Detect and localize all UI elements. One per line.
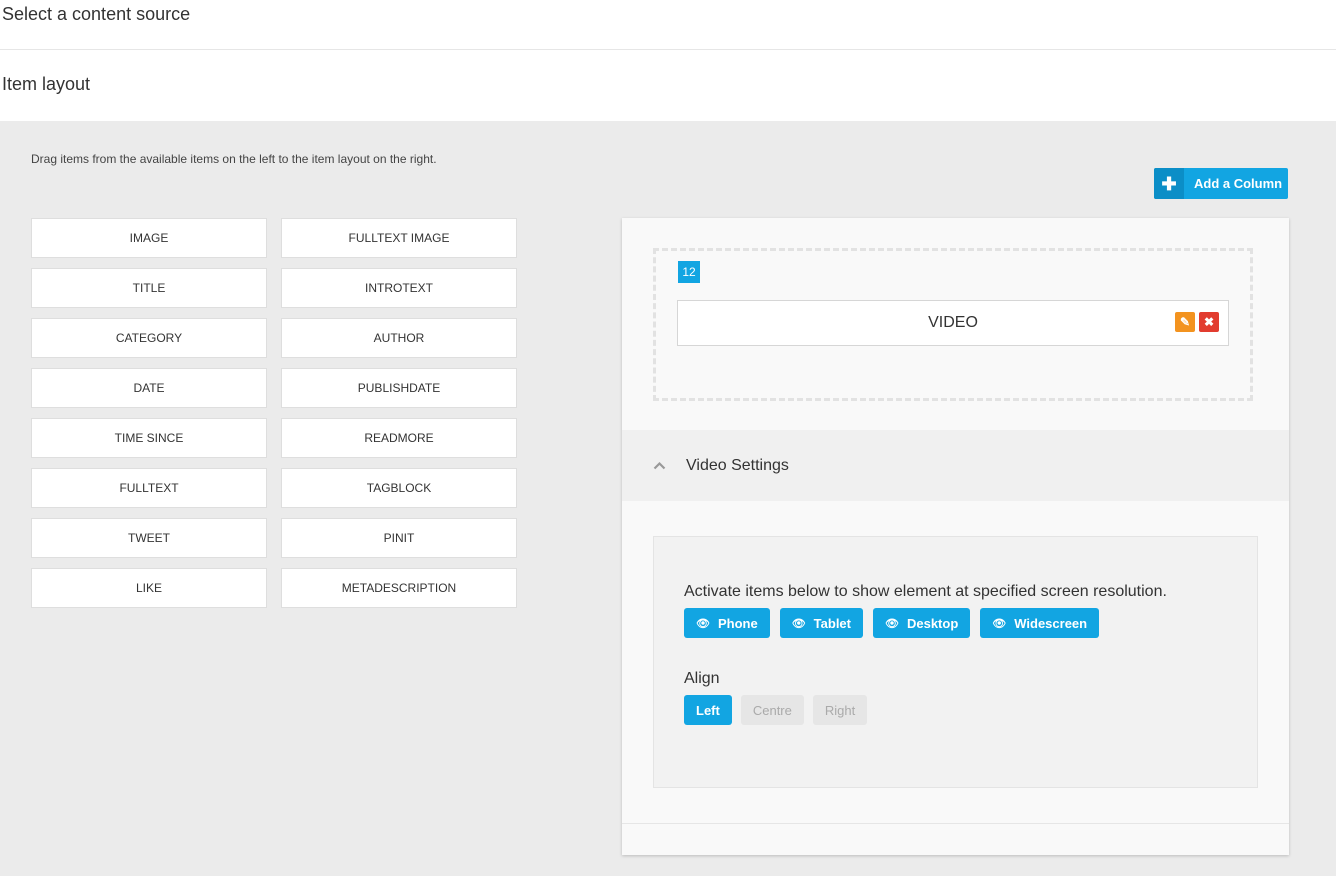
available-item[interactable]: TAGBLOCK <box>281 468 517 508</box>
pencil-icon[interactable]: ✎ <box>1175 312 1195 332</box>
widescreen-visibility-button[interactable]: 👁 Widescreen <box>980 608 1100 638</box>
visibility-description: Activate items below to show element at … <box>684 583 1167 600</box>
available-item[interactable]: DATE <box>31 368 267 408</box>
item-layout-panel: Drag items from the available items on t… <box>0 121 1336 876</box>
add-column-button[interactable]: ✚ Add a Column <box>1154 168 1288 199</box>
align-buttons: Left Centre Right <box>684 695 868 725</box>
close-icon[interactable]: ✖ <box>1199 312 1219 332</box>
available-item[interactable]: TIME SINCE <box>31 418 267 458</box>
item-layout-box: 12 VIDEO ✎ ✖ Video Settings Activate ite… <box>622 218 1289 855</box>
desktop-label: Desktop <box>906 615 959 631</box>
visibility-buttons: 👁 Phone 👁 Tablet 👁 Desktop 👁 Widescreen <box>684 608 1100 638</box>
available-item[interactable]: INTROTEXT <box>281 268 517 308</box>
placed-item-label: VIDEO <box>928 314 978 331</box>
widescreen-label: Widescreen <box>1014 615 1088 631</box>
video-settings-body: Activate items below to show element at … <box>653 536 1258 788</box>
available-item[interactable]: IMAGE <box>31 218 267 258</box>
align-centre-button[interactable]: Centre <box>740 695 804 725</box>
column-size-badge[interactable]: 12 <box>678 261 700 283</box>
placed-item-video[interactable]: VIDEO ✎ ✖ <box>677 300 1229 346</box>
align-label: Align <box>684 670 720 687</box>
eye-icon: 👁 <box>696 617 710 630</box>
align-right-button[interactable]: Right <box>812 695 868 725</box>
layout-footer <box>622 823 1289 855</box>
add-column-label: Add a Column <box>1194 176 1283 191</box>
eye-icon: 👁 <box>885 617 899 630</box>
chevron-up-icon[interactable] <box>652 459 666 473</box>
available-item[interactable]: FULLTEXT IMAGE <box>281 218 517 258</box>
align-left-button[interactable]: Left <box>684 695 732 725</box>
eye-icon: 👁 <box>992 617 1007 630</box>
video-settings-header[interactable]: Video Settings <box>622 430 1289 501</box>
available-item[interactable]: FULLTEXT <box>31 468 267 508</box>
content-source-heading[interactable]: Select a content source <box>0 4 1336 50</box>
available-item[interactable]: READMORE <box>281 418 517 458</box>
available-item[interactable]: TITLE <box>31 268 267 308</box>
available-item[interactable]: AUTHOR <box>281 318 517 358</box>
video-settings-title: Video Settings <box>686 456 789 474</box>
available-item[interactable]: METADESCRIPTION <box>281 568 517 608</box>
column-dropzone[interactable]: 12 VIDEO ✎ ✖ <box>653 248 1253 401</box>
eye-icon: 👁 <box>791 617 806 630</box>
tablet-label: Tablet <box>813 615 851 631</box>
available-items: IMAGE FULLTEXT IMAGE TITLE INTROTEXT CAT… <box>31 218 517 608</box>
tablet-visibility-button[interactable]: 👁 Tablet <box>779 608 863 638</box>
desktop-visibility-button[interactable]: 👁 Desktop <box>873 608 971 638</box>
phone-label: Phone <box>717 615 758 631</box>
plus-icon: ✚ <box>1154 168 1184 199</box>
available-item[interactable]: CATEGORY <box>31 318 267 358</box>
phone-visibility-button[interactable]: 👁 Phone <box>684 608 770 638</box>
help-text: Drag items from the available items on t… <box>31 152 437 166</box>
available-item[interactable]: LIKE <box>31 568 267 608</box>
available-item[interactable]: TWEET <box>31 518 267 558</box>
available-item[interactable]: PINIT <box>281 518 517 558</box>
layout-area: 12 VIDEO ✎ ✖ <box>622 218 1289 430</box>
item-layout-heading[interactable]: Item layout <box>0 74 1336 95</box>
available-item[interactable]: PUBLISHDATE <box>281 368 517 408</box>
